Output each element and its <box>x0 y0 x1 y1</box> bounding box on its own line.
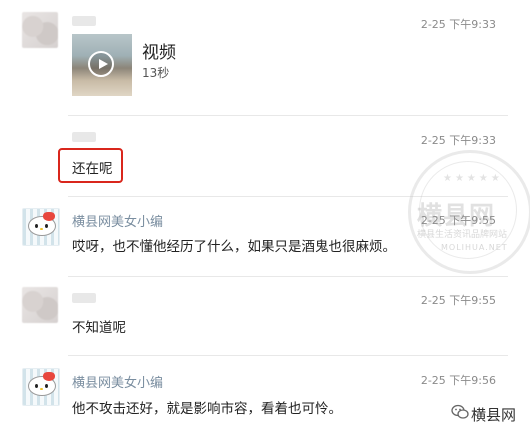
message-time: 2-25 下午9:55 <box>420 294 496 307</box>
video-duration: 13秒 <box>142 66 170 80</box>
avatar[interactable] <box>22 12 58 48</box>
wechat-icon <box>451 404 469 419</box>
message-text: 横县网美女小编 2-25 下午9:55 哎呀，也不懂他经历了什么，如果只是酒鬼也… <box>0 196 530 276</box>
message-text: 2-25 下午9:55 不知道呢 <box>0 277 530 355</box>
sender-name-blurred <box>72 16 96 26</box>
avatar[interactable] <box>22 208 60 246</box>
message-time: 2-25 下午9:56 <box>420 374 496 387</box>
message-time: 2-25 下午9:55 <box>420 214 496 227</box>
message-video: 2-25 下午9:33 视频 13秒 <box>0 0 530 115</box>
brand-name: 横县网 <box>470 406 516 424</box>
message-time: 2-25 下午9:33 <box>420 134 496 147</box>
highlight-box <box>58 148 123 183</box>
sender-name: 横县网美女小编 <box>72 215 164 230</box>
message-text: 横县网美女小编 2-25 下午9:56 他不攻击还好，就是影响市容，看着也可怜。 <box>0 356 530 432</box>
video-thumbnail[interactable] <box>72 34 132 96</box>
video-title: 视频 <box>142 43 176 63</box>
sender-name-blurred <box>72 132 96 142</box>
avatar[interactable] <box>22 368 60 406</box>
sender-name-blurred <box>72 293 96 303</box>
message-body: 他不攻击还好，就是影响市容，看着也可怜。 <box>72 401 342 417</box>
seal-stars: ★★★★★ <box>443 173 503 184</box>
sender-name: 横县网美女小编 <box>72 376 164 391</box>
message-time: 2-25 下午9:33 <box>420 18 496 31</box>
message-body: 不知道呢 <box>72 320 126 336</box>
play-icon[interactable] <box>88 51 114 77</box>
message-body: 哎呀，也不懂他经历了什么，如果只是酒鬼也很麻烦。 <box>72 239 396 255</box>
avatar[interactable] <box>22 287 58 323</box>
